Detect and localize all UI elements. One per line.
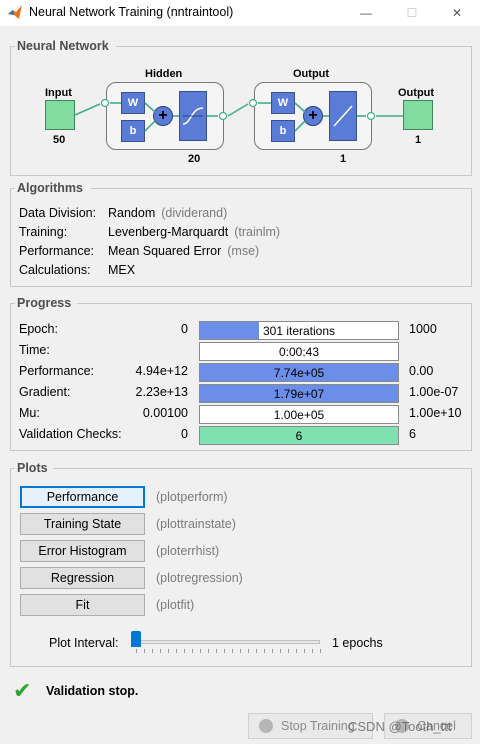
plot-interval-slider[interactable] xyxy=(132,640,320,644)
slider-tick xyxy=(136,649,137,653)
progress-value-epoch: 301 iterations xyxy=(262,324,336,338)
watermark: CSDN @Tooth_ttt xyxy=(348,719,452,734)
slider-tick xyxy=(224,649,225,653)
plot-training-state-button[interactable]: Training State xyxy=(20,513,145,535)
algo-label-training: Training: xyxy=(19,225,68,239)
slider-tick xyxy=(272,649,273,653)
slider-tick xyxy=(288,649,289,653)
slider-tick xyxy=(216,649,217,653)
slider-tick xyxy=(296,649,297,653)
progress-value-mu: 1.00e+05 xyxy=(273,408,325,422)
slider-tick xyxy=(248,649,249,653)
stop-icon xyxy=(259,719,273,733)
check-icon: ✔ xyxy=(13,678,32,703)
plot-performance-button[interactable]: Performance xyxy=(20,486,145,508)
slider-tick xyxy=(312,649,313,653)
plot-interval-label: Plot Interval: xyxy=(49,636,119,650)
progress-min-mu: 0.00100 xyxy=(142,406,188,420)
slider-tick xyxy=(144,649,145,653)
progress-bar-gradient: 1.79e+07 xyxy=(199,384,399,403)
algo-value-calculations: MEX xyxy=(108,263,136,277)
section-title-plots: Plots xyxy=(16,461,49,475)
algo-value-performance: Mean Squared Error (mse) xyxy=(108,244,260,258)
progress-bar-time: 0:00:43 xyxy=(199,342,399,361)
slider-tick xyxy=(192,649,193,653)
slider-tick xyxy=(184,649,185,653)
slider-tick xyxy=(280,649,281,653)
algo-value-division: Random (dividerand) xyxy=(108,206,228,220)
plot-regression-fn: (plotregression) xyxy=(156,571,243,585)
progress-min-gradient: 2.23e+13 xyxy=(135,385,188,399)
progress-min-validation-checks: 0 xyxy=(181,427,188,441)
slider-tick xyxy=(200,649,201,653)
status-message: Validation stop. xyxy=(46,684,139,698)
slider-tick xyxy=(240,649,241,653)
slider-tick xyxy=(232,649,233,653)
plot-error-histogram-button[interactable]: Error Histogram xyxy=(20,540,145,562)
stop-training-label: Stop Training xyxy=(281,719,355,733)
progress-max-validation-checks: 6 xyxy=(409,427,416,441)
progress-label-epoch: Epoch: xyxy=(19,322,58,336)
slider-tick xyxy=(160,649,161,653)
section-title-algorithms: Algorithms xyxy=(16,181,84,195)
progress-bar-validation-checks: 6 xyxy=(199,426,399,445)
progress-label-time: Time: xyxy=(19,343,50,357)
progress-value-validation-checks: 6 xyxy=(295,429,303,443)
progress-max-gradient: 1.00e-07 xyxy=(409,385,459,399)
progress-bar-mu: 1.00e+05 xyxy=(199,405,399,424)
slider-tick xyxy=(208,649,209,653)
plot-interval-value: 1 epochs xyxy=(332,636,383,650)
algo-value-training: Levenberg-Marquardt (trainlm) xyxy=(108,225,281,239)
progress-label-validation-checks: Validation Checks: xyxy=(19,427,122,441)
slider-tick xyxy=(256,649,257,653)
progress-value-time: 0:00:43 xyxy=(278,345,320,359)
progress-max-mu: 1.00e+10 xyxy=(409,406,462,420)
progress-max-performance: 0.00 xyxy=(409,364,434,378)
plot-training-state-fn: (plottrainstate) xyxy=(156,517,236,531)
progress-max-epoch: 1000 xyxy=(409,322,437,336)
slider-tick xyxy=(152,649,153,653)
progress-min-performance: 4.94e+12 xyxy=(135,364,188,378)
slider-tick xyxy=(304,649,305,653)
progress-value-performance: 7.74e+05 xyxy=(273,366,325,380)
progress-min-epoch: 0 xyxy=(181,322,188,336)
plot-interval-slider-thumb[interactable] xyxy=(131,631,141,647)
plot-fit-button[interactable]: Fit xyxy=(20,594,145,616)
algo-label-division: Data Division: xyxy=(19,206,97,220)
slider-tick xyxy=(176,649,177,653)
progress-bar-performance: 7.74e+05 xyxy=(199,363,399,382)
slider-tick xyxy=(264,649,265,653)
progress-label-mu: Mu: xyxy=(19,406,40,420)
slider-tick xyxy=(168,649,169,653)
progress-bar-epoch: 301 iterations xyxy=(199,321,399,340)
plot-performance-fn: (plotperform) xyxy=(156,490,228,504)
network-diagram: Input 50 Hidden W b + 20 Output W b + 1 … xyxy=(0,0,480,180)
plot-regression-button[interactable]: Regression xyxy=(20,567,145,589)
plot-error-histogram-fn: (ploterrhist) xyxy=(156,544,220,558)
slider-tick xyxy=(320,649,321,653)
progress-label-performance: Performance: xyxy=(19,364,95,378)
plot-fit-fn: (plotfit) xyxy=(156,598,195,612)
algo-label-performance: Performance: xyxy=(19,244,95,258)
network-connections xyxy=(74,98,403,132)
section-title-progress: Progress xyxy=(16,296,73,310)
algo-label-calculations: Calculations: xyxy=(19,263,91,277)
progress-value-gradient: 1.79e+07 xyxy=(273,387,325,401)
progress-label-gradient: Gradient: xyxy=(19,385,71,399)
